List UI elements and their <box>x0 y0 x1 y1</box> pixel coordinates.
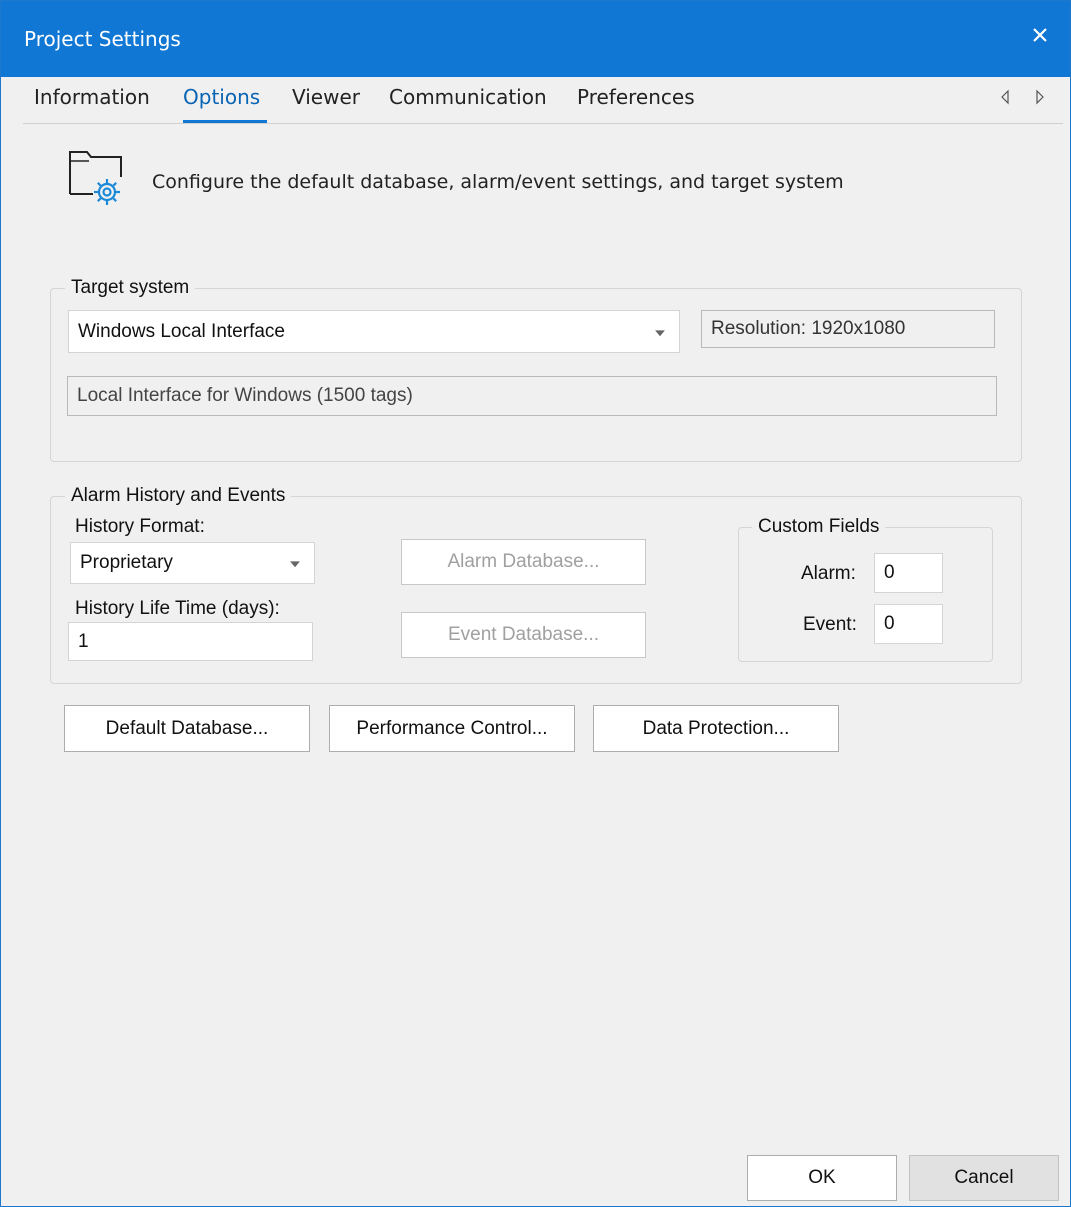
target-system-legend: Target system <box>65 277 196 299</box>
chevron-down-icon <box>290 561 300 568</box>
resolution-display: Resolution: 1920x1080 <box>701 310 995 348</box>
ok-button[interactable]: OK <box>747 1155 897 1201</box>
cancel-button[interactable]: Cancel <box>909 1155 1059 1201</box>
custom-event-value: 0 <box>884 613 895 634</box>
event-database-button[interactable]: Event Database... <box>401 612 646 658</box>
title-bar: Project Settings <box>1 1 1070 77</box>
alarm-database-button[interactable]: Alarm Database... <box>401 539 646 585</box>
project-settings-dialog: Project Settings Information Options Vie… <box>0 0 1071 1207</box>
tab-strip: Information Options Viewer Communication… <box>23 77 1063 124</box>
default-database-button[interactable]: Default Database... <box>64 705 310 752</box>
tab-scroll-left-icon[interactable] <box>999 89 1011 105</box>
custom-event-input[interactable]: 0 <box>874 604 943 644</box>
history-format-value: Proprietary <box>80 552 173 573</box>
custom-alarm-input[interactable]: 0 <box>874 553 943 593</box>
data-protection-button[interactable]: Data Protection... <box>593 705 839 752</box>
life-time-label: History Life Time (days): <box>75 598 280 619</box>
tab-information[interactable]: Information <box>34 85 150 109</box>
life-time-input[interactable]: 1 <box>68 622 313 661</box>
chevron-down-icon <box>655 329 665 336</box>
custom-fields-group <box>738 527 993 662</box>
custom-alarm-label: Alarm: <box>801 563 856 584</box>
life-time-value: 1 <box>78 630 89 652</box>
custom-alarm-value: 0 <box>884 562 895 583</box>
resolution-text: Resolution: 1920x1080 <box>711 318 906 339</box>
close-button[interactable] <box>1010 1 1070 69</box>
custom-fields-legend: Custom Fields <box>752 516 886 538</box>
alarm-history-legend: Alarm History and Events <box>65 485 292 507</box>
close-icon <box>1033 28 1047 42</box>
tab-scroll-right-icon[interactable] <box>1034 89 1046 105</box>
custom-event-label: Event: <box>803 614 857 635</box>
window-title: Project Settings <box>24 27 181 51</box>
target-system-select[interactable]: Windows Local Interface <box>68 310 680 353</box>
tab-preferences[interactable]: Preferences <box>577 85 695 109</box>
page-description: Configure the default database, alarm/ev… <box>152 171 844 193</box>
tab-options[interactable]: Options <box>183 85 260 109</box>
tab-viewer[interactable]: Viewer <box>292 85 360 109</box>
target-details-text: Local Interface for Windows (1500 tags) <box>77 385 413 406</box>
folder-gear-icon <box>69 151 122 205</box>
history-format-label: History Format: <box>75 516 205 537</box>
target-details-display: Local Interface for Windows (1500 tags) <box>67 376 997 416</box>
tab-communication[interactable]: Communication <box>389 85 547 109</box>
target-system-value: Windows Local Interface <box>78 320 285 342</box>
performance-control-button[interactable]: Performance Control... <box>329 705 575 752</box>
active-tab-indicator <box>183 120 267 123</box>
history-format-select[interactable]: Proprietary <box>70 542 315 584</box>
